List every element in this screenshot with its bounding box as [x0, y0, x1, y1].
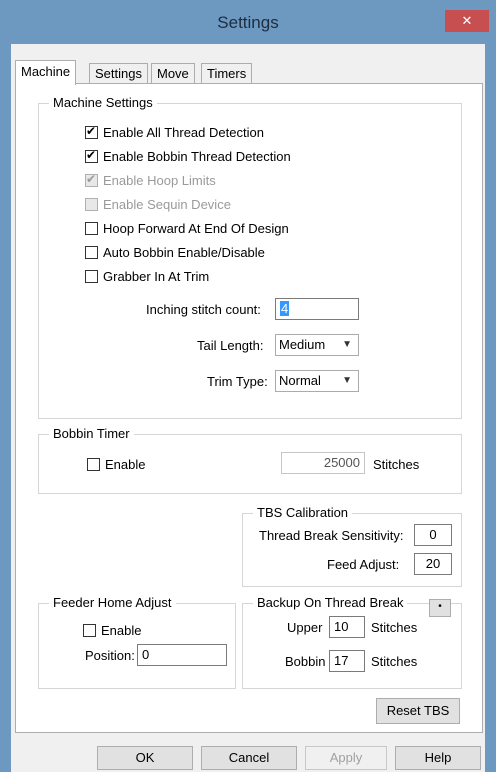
feed-adjust-label: Feed Adjust: [327, 557, 400, 572]
tab-settings[interactable]: Settings [89, 63, 148, 84]
position-label: Position: [85, 648, 135, 663]
dialog-client: Machine Settings Move Timers Machine Set… [11, 44, 485, 772]
upper-stitches-input[interactable]: 10 [329, 616, 365, 638]
reset-tbs-button[interactable]: Reset TBS [376, 698, 460, 724]
title-bar[interactable]: Settings ✕ [0, 0, 496, 44]
trim-type-select[interactable]: Normal ▼ [275, 370, 359, 392]
checkbox-box[interactable] [87, 457, 100, 471]
checkbox-label: Enable Sequin Device [103, 196, 231, 212]
bobbin-stitches-input[interactable]: 17 [329, 650, 365, 672]
checkbox-box[interactable] [85, 148, 98, 163]
checkbox-box[interactable] [85, 124, 98, 139]
tail-length-select[interactable]: Medium ▼ [275, 334, 359, 356]
help-button[interactable]: Help [395, 746, 481, 770]
checkbox-box[interactable] [83, 623, 96, 637]
backup-on-thread-break-group: Backup On Thread Break • Upper 10 Stitch… [242, 595, 462, 689]
thread-break-sensitivity-input[interactable]: 0 [414, 524, 452, 546]
position-input[interactable]: 0 [137, 644, 227, 666]
enable-bobbin-thread-detection-checkbox[interactable]: Enable Bobbin Thread Detection [85, 146, 291, 166]
checkbox-box[interactable] [85, 245, 98, 259]
checkbox-label: Hoop Forward At End Of Design [103, 220, 289, 236]
bobbin-timer-stitches-input[interactable]: 25000 [281, 452, 365, 474]
trim-type-value: Normal [279, 373, 321, 388]
enable-all-thread-detection-checkbox[interactable]: Enable All Thread Detection [85, 122, 264, 142]
auto-bobbin-checkbox[interactable]: Auto Bobbin Enable/Disable [85, 242, 265, 262]
tab-timers[interactable]: Timers [201, 63, 253, 84]
tail-length-label: Tail Length: [197, 338, 264, 353]
tab-move[interactable]: Move [151, 63, 195, 84]
tbs-calibration-group: TBS Calibration Thread Break Sensitivity… [242, 505, 462, 587]
inching-stitch-count-input[interactable]: 4 [275, 298, 359, 320]
feed-adjust-input[interactable]: 20 [414, 553, 452, 575]
backup-small-button[interactable]: • [429, 599, 451, 617]
checkbox-label: Auto Bobbin Enable/Disable [103, 244, 265, 260]
chevron-down-icon: ▼ [342, 375, 352, 386]
inching-stitch-count-label: Inching stitch count: [146, 302, 261, 317]
bobbin-stitches-label: Stitches [371, 654, 418, 669]
enable-hoop-limits-checkbox: Enable Hoop Limits [85, 170, 216, 190]
machine-settings-group: Machine Settings Enable All Thread Detec… [38, 95, 462, 419]
grabber-in-at-trim-checkbox[interactable]: Grabber In At Trim [85, 266, 209, 286]
apply-button: Apply [305, 746, 387, 770]
bobbin-label: Bobbin [285, 654, 326, 669]
trim-type-label: Trim Type: [207, 374, 268, 389]
ok-button[interactable]: OK [97, 746, 193, 770]
thread-break-sensitivity-label: Thread Break Sensitivity: [259, 528, 404, 543]
inching-stitch-count-value: 4 [280, 301, 290, 316]
cancel-button[interactable]: Cancel [201, 746, 297, 770]
upper-label: Upper [287, 620, 323, 635]
tail-length-value: Medium [279, 337, 326, 352]
checkbox-label: Enable All Thread Detection [103, 124, 264, 140]
checkbox-label: Enable Hoop Limits [103, 172, 216, 188]
close-button[interactable]: ✕ [445, 10, 489, 32]
feeder-home-enable-checkbox[interactable]: Enable [83, 620, 141, 640]
chevron-down-icon: ▼ [342, 339, 352, 350]
feeder-home-adjust-legend: Feeder Home Adjust [49, 595, 176, 610]
machine-tab-panel: Machine Settings Enable All Thread Detec… [15, 83, 483, 733]
window-title: Settings [217, 13, 279, 32]
tbs-calibration-legend: TBS Calibration [253, 505, 353, 520]
bobbin-timer-legend: Bobbin Timer [49, 426, 134, 441]
upper-stitches-label: Stitches [371, 620, 418, 635]
backup-on-thread-break-legend: Backup On Thread Break [253, 595, 408, 610]
checkbox-box[interactable] [85, 221, 98, 235]
checkbox-label: Grabber In At Trim [103, 268, 210, 284]
enable-sequin-device-checkbox: Enable Sequin Device [85, 194, 231, 214]
machine-settings-legend: Machine Settings [49, 95, 157, 110]
settings-window: Settings ✕ Machine Settings Move Timers … [0, 0, 496, 772]
bobbin-timer-stitches-label: Stitches [373, 457, 420, 472]
close-icon: ✕ [461, 13, 473, 28]
checkbox-label: Enable [101, 622, 142, 638]
tab-machine[interactable]: Machine [15, 60, 77, 85]
feeder-home-adjust-group: Feeder Home Adjust Enable Position: 0 [38, 595, 236, 689]
bobbin-timer-enable-checkbox[interactable]: Enable [87, 454, 145, 474]
bobbin-timer-group: Bobbin Timer Enable 25000 Stitches [38, 426, 462, 494]
hoop-forward-at-end-checkbox[interactable]: Hoop Forward At End Of Design [85, 218, 289, 238]
checkbox-label: Enable [105, 456, 146, 472]
checkbox-box [85, 172, 98, 187]
checkbox-box [85, 197, 98, 211]
checkbox-label: Enable Bobbin Thread Detection [103, 148, 291, 164]
checkbox-box[interactable] [85, 269, 98, 283]
